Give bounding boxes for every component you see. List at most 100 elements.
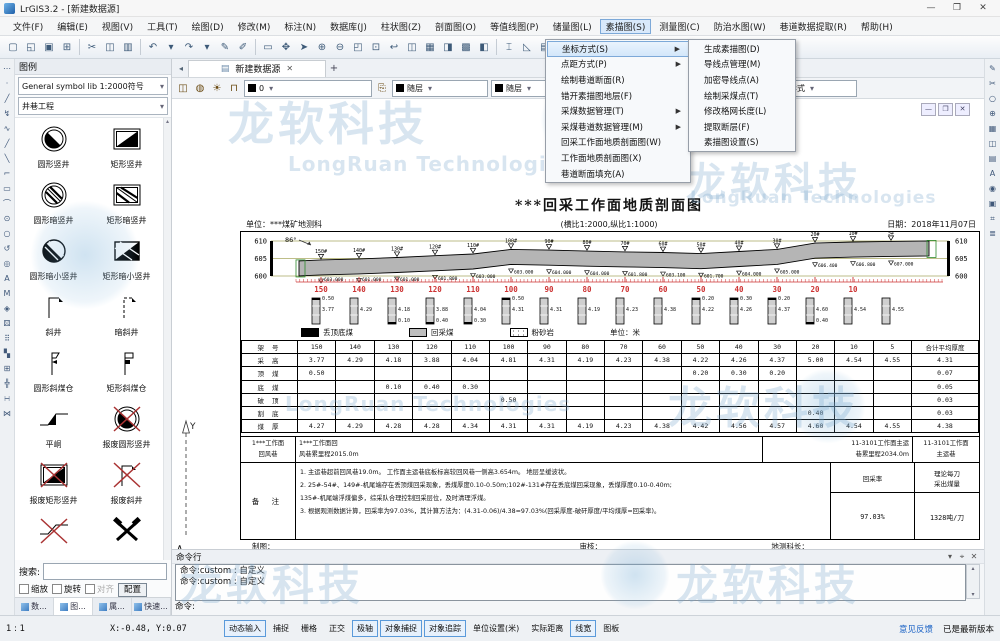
section-tool-icon[interactable]: ⌶ <box>501 39 517 55</box>
zoom-actual-icon[interactable]: ⊡ <box>368 39 384 55</box>
layer-manager-icon[interactable]: ◫ <box>176 83 190 94</box>
submenu-item-生成素描图(D)[interactable]: 生成素描图(D) <box>690 41 794 57</box>
legend-item-矩形暗竖井[interactable]: 矩形暗竖井 <box>90 180 163 226</box>
left-tool-array-icon[interactable]: ⠿ <box>1 331 14 346</box>
plot-icon[interactable]: ⊞ <box>59 39 75 55</box>
left-tool-rect-icon[interactable]: ▭ <box>1 181 14 196</box>
right-tool-circle-icon[interactable]: ○ <box>986 91 999 106</box>
redo-list-icon[interactable]: ▾ <box>199 39 215 55</box>
menu-item-采煤数据管理(T)[interactable]: 采煤数据管理(T)▶ <box>547 103 689 119</box>
menubar-item-3[interactable]: 视图(V) <box>96 19 139 34</box>
status-button-对象捕捉[interactable]: 对象捕捉 <box>380 620 422 637</box>
undo-list-icon[interactable]: ▾ <box>163 39 179 55</box>
right-tool-text-icon[interactable]: A <box>986 166 999 181</box>
left-tool-text-icon[interactable]: A <box>1 271 14 286</box>
menubar-item-14[interactable]: 测量图(C) <box>653 19 705 34</box>
view-back-icon[interactable]: ↩ <box>386 39 402 55</box>
legend-item-斜井[interactable]: 斜井 <box>17 292 90 338</box>
save-icon[interactable]: ▣ <box>41 39 57 55</box>
left-tool-table-icon[interactable]: ⊞ <box>1 361 14 376</box>
brush-icon[interactable]: ✎ <box>217 39 233 55</box>
menu-item-坐标方式(S)[interactable]: 坐标方式(S)▶ <box>547 41 689 57</box>
document-tab[interactable]: ▤ 新建数据源 ✕ <box>188 60 326 77</box>
submenu-item-加密导线点(A)[interactable]: 加密导线点(A) <box>690 72 794 88</box>
menubar-item-15[interactable]: 防治水图(W) <box>708 19 772 34</box>
symbol-library-select[interactable]: General symbol lib 1:2000符号 ▾ <box>18 77 168 95</box>
left-tool-block-icon[interactable]: ◈ <box>1 301 14 316</box>
redo-icon[interactable]: ↷ <box>181 39 197 55</box>
legend-item-圆形斜煤仓[interactable]: 圆形斜煤仓 <box>17 348 90 394</box>
panel-collapse-icon[interactable]: ▾ <box>944 552 956 561</box>
copy-icon[interactable]: ◫ <box>102 39 118 55</box>
sidebar-tab-快速...[interactable]: 快速... <box>132 598 171 615</box>
new-tab-button[interactable]: + <box>326 63 342 74</box>
menu-item-采煤巷道数据管理(M)[interactable]: 采煤巷道数据管理(M)▶ <box>547 119 689 135</box>
legend-item-圆形竖井[interactable]: 圆形竖井 <box>17 124 90 170</box>
left-tool-measure-icon[interactable]: ⋈ <box>1 406 14 421</box>
left-tool-ray-icon[interactable]: ╱ <box>1 136 14 151</box>
legend-item-矩形暗小竖井[interactable]: 矩形暗小竖井 <box>90 236 163 282</box>
right-tool-trim-icon[interactable]: ✂ <box>986 76 999 91</box>
status-button-正交[interactable]: 正交 <box>324 620 350 637</box>
legend-item-平峒[interactable]: 平峒 <box>17 404 90 450</box>
checkbox-旋转[interactable]: 旋转 <box>52 583 81 595</box>
submenu-item-绘制采煤点(T)[interactable]: 绘制采煤点(T) <box>690 88 794 104</box>
menubar-item-5[interactable]: 绘图(D) <box>186 19 230 34</box>
status-button-栅格[interactable]: 栅格 <box>296 620 322 637</box>
left-tool-hatch-icon[interactable]: ▚ <box>1 346 14 361</box>
mdi-minimize-icon[interactable]: — <box>921 103 936 116</box>
viewport-icon[interactable]: ◫ <box>404 39 420 55</box>
checkbox-对齐[interactable]: 对齐 <box>85 583 114 595</box>
search-input[interactable] <box>43 563 167 580</box>
menubar-item-4[interactable]: 工具(T) <box>141 19 184 34</box>
checkbox-缩放[interactable]: 缩放 <box>19 583 48 595</box>
status-button-图板[interactable]: 图板 <box>598 620 624 637</box>
menu-item-绘制巷道断面(R)[interactable]: 绘制巷道断面(R) <box>547 72 689 88</box>
right-tool-hatch-icon[interactable]: ▦ <box>986 121 999 136</box>
sidebar-tab-图...[interactable]: 图... <box>54 598 93 615</box>
lock-icon[interactable]: ⊓ <box>227 83 241 94</box>
menubar-item-9[interactable]: 柱状图(Z) <box>375 19 427 34</box>
layer-view-icon[interactable]: ▩ <box>458 39 474 55</box>
paste-icon[interactable]: ▥ <box>120 39 136 55</box>
right-tool-list-icon[interactable]: ≣ <box>986 226 999 241</box>
zoom-in-icon[interactable]: ⊕ <box>314 39 330 55</box>
left-tool-xline-icon[interactable]: ╲ <box>1 151 14 166</box>
status-button-线宽[interactable]: 线宽 <box>570 620 596 637</box>
color-select[interactable]: 随层▾ <box>392 80 488 97</box>
menubar-item-8[interactable]: 数据库(J) <box>324 19 373 34</box>
undo-icon[interactable]: ↶ <box>145 39 161 55</box>
legend-item-暗斜井[interactable]: 暗斜井 <box>90 292 163 338</box>
left-tool-grid-icon[interactable]: ╬ <box>1 376 14 391</box>
left-tool-mtext-icon[interactable]: M <box>1 286 14 301</box>
status-button-单位设置(米)[interactable]: 单位设置(米) <box>468 620 524 637</box>
menubar-item-2[interactable]: 编辑(E) <box>51 19 94 34</box>
tab-close-icon[interactable]: ✕ <box>286 64 293 73</box>
left-tool-point-icon[interactable]: · <box>1 76 14 91</box>
right-tool-target-icon[interactable]: ◉ <box>986 181 999 196</box>
command-history[interactable]: 命令:custom : 自定义命令:custom : 自定义 <box>175 564 966 601</box>
left-tool-points-icon[interactable]: ⚄ <box>1 316 14 331</box>
config-button[interactable]: 配置 <box>118 583 147 595</box>
menubar-item-11[interactable]: 等值线图(P) <box>484 19 544 34</box>
slope-tool-icon[interactable]: ◺ <box>519 39 535 55</box>
layer-select[interactable]: 0▾ <box>244 80 372 97</box>
submenu-item-素描图设置(S)[interactable]: 素描图设置(S) <box>690 135 794 151</box>
right-tool-add-icon[interactable]: ⊕ <box>986 106 999 121</box>
command-prompt[interactable]: 命令: <box>175 600 195 612</box>
menubar-item-17[interactable]: 帮助(H) <box>855 19 899 34</box>
sidebar-tab-数...[interactable]: 数... <box>15 598 54 615</box>
menu-item-工作面地质剖面图(X)[interactable]: 工作面地质剖面图(X) <box>547 150 689 166</box>
close-button[interactable]: ✕ <box>970 1 996 16</box>
open-icon[interactable]: ◱ <box>23 39 39 55</box>
cut-icon[interactable]: ✂ <box>84 39 100 55</box>
status-button-对象追踪[interactable]: 对象追踪 <box>424 620 466 637</box>
menu-item-错开素描图地层(F)[interactable]: 错开素描图地层(F) <box>547 88 689 104</box>
status-意见反馈[interactable]: 意见反馈 <box>899 623 933 635</box>
legend-item-矩形斜煤仓[interactable]: 矩形斜煤仓 <box>90 348 163 394</box>
window-view-icon[interactable]: ◧ <box>476 39 492 55</box>
menubar-item-16[interactable]: 巷道数据提取(R) <box>774 19 853 34</box>
left-tool-corner-icon[interactable]: ⌐ <box>1 166 14 181</box>
mdi-close-icon[interactable]: ✕ <box>955 103 970 116</box>
split-view-icon[interactable]: ◨ <box>440 39 456 55</box>
